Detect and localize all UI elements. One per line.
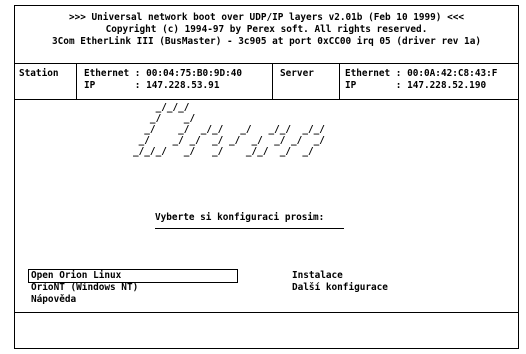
center-divider — [272, 63, 273, 99]
station-ip: IP : 147.228.53.91 — [84, 80, 220, 91]
server-ip: IP : 147.228.52.190 — [345, 80, 487, 91]
server-label: Server — [280, 68, 314, 79]
menu-item-instalace[interactable]: Instalace — [292, 270, 343, 282]
menu-item-napoveda[interactable]: Nápověda — [31, 294, 76, 306]
boot-screen-frame: >>> Universal network boot over UDP/IP l… — [14, 5, 519, 349]
station-divider — [76, 63, 77, 99]
info-divider — [15, 99, 518, 100]
header-line-2: Copyright (c) 1994-97 by Perex soft. All… — [105, 24, 428, 35]
menu-item-oriont-windows-nt[interactable]: OrioNT (Windows NT) — [31, 282, 138, 294]
header-line-1: >>> Universal network boot over UDP/IP l… — [68, 12, 465, 23]
prompt-underline — [155, 228, 344, 229]
station-label: Station — [19, 68, 59, 79]
server-divider — [339, 63, 340, 99]
menu-bottom-divider — [15, 312, 518, 313]
menu-item-open-orion-linux[interactable]: Open Orion Linux — [28, 269, 238, 283]
menu-item-dalsi-konfigurace[interactable]: Další konfigurace — [292, 282, 388, 294]
header-line-3: 3Com EtherLink III (BusMaster) - 3c905 a… — [52, 36, 481, 47]
boot-header: >>> Universal network boot over UDP/IP l… — [15, 12, 518, 48]
ascii-logo: _/_/_/ _/ _/ _/ _/ _/_/ _/ _/_/ _/_/ _/ … — [133, 102, 325, 157]
selection-prompt: Vyberte si konfiguraci prosim: — [155, 212, 325, 223]
header-divider — [15, 63, 518, 64]
station-ethernet: Ethernet : 00:04:75:B0:9D:40 — [84, 68, 243, 79]
server-ethernet: Ethernet : 00:0A:42:C8:43:F — [345, 68, 498, 79]
